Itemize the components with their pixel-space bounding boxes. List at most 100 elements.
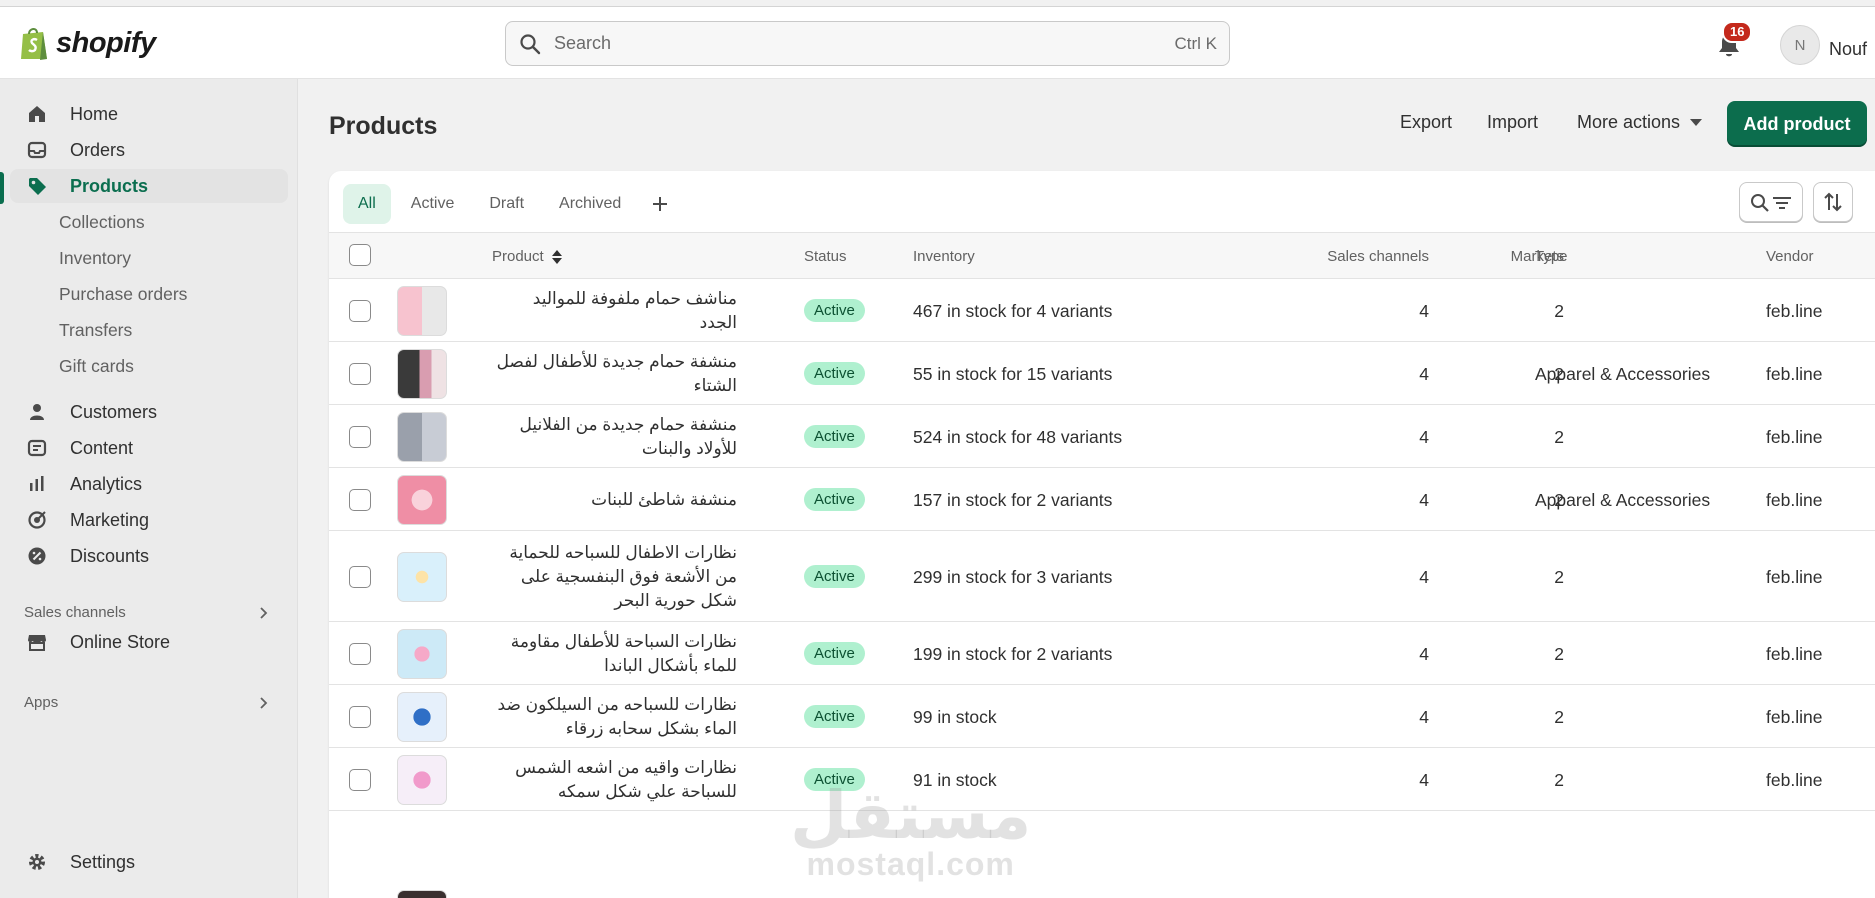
row-checkbox[interactable]	[349, 768, 371, 791]
shopify-bag-icon	[18, 25, 50, 61]
inventory-cell: 199 in stock for 2 variants	[913, 643, 1113, 664]
table-row[interactable]: نظارات الاطفال للسباحه للحماية من الأشعة…	[329, 531, 1875, 622]
column-product-label: Product	[492, 248, 544, 265]
table-row[interactable]: نظارات للسباحه من السيلكون ضد الماء بشكل…	[329, 685, 1875, 748]
product-thumbnail[interactable]	[397, 474, 447, 525]
product-name[interactable]: مناشف حمام ملفوفة للمواليد الجدد	[492, 287, 737, 335]
add-view-icon[interactable]	[645, 189, 675, 219]
column-vendor: Vendor	[1766, 248, 1814, 265]
table-row[interactable]: منشفة حمام جديدة من الفلانيل للأولاد وال…	[329, 405, 1875, 468]
more-actions-button[interactable]: More actions	[1577, 112, 1703, 133]
gear-icon	[26, 851, 48, 873]
sales-channels-cell: 4	[1419, 489, 1429, 510]
sales-channels-cell: 4	[1419, 300, 1429, 321]
product-thumbnail[interactable]	[397, 411, 447, 462]
tab-archived[interactable]: Archived	[544, 184, 636, 224]
product-name[interactable]: منشفة حمام جديدة من الفلانيل للأولاد وال…	[492, 413, 737, 461]
table-row[interactable]: نظارات واقيه من اشعه الشمس للسباحة علي ش…	[329, 748, 1875, 811]
type-cell: Apparel & Accessories	[1535, 363, 1711, 384]
content-icon	[26, 437, 48, 459]
sort-icon	[1824, 192, 1842, 212]
search-filter-icon	[1751, 194, 1791, 212]
apps-label[interactable]: Apps	[24, 694, 58, 711]
user-name[interactable]: Nouf	[1829, 39, 1867, 60]
logo-text: shopify	[56, 26, 156, 59]
product-name[interactable]: منشفة شاطئ للبنات	[492, 488, 737, 512]
sidebar-item-home[interactable]: Home	[10, 97, 288, 131]
tab-all[interactable]: All	[343, 184, 391, 224]
store-icon	[26, 631, 48, 653]
product-thumbnail	[397, 890, 447, 898]
sidebar-item-label: Online Store	[70, 631, 171, 652]
tab-draft[interactable]: Draft	[474, 184, 539, 224]
sidebar-item-content[interactable]: Content	[10, 431, 288, 465]
sidebar-item-label: Products	[70, 175, 149, 196]
chevron-right-icon[interactable]	[256, 606, 270, 620]
export-button[interactable]: Export	[1400, 112, 1452, 133]
markets-cell: 2	[1554, 643, 1564, 664]
table-row[interactable]: مناشف حمام ملفوفة للمواليد الجدد Active 46…	[329, 279, 1875, 342]
product-name[interactable]: نظارات للسباحه من السيلكون ضد الماء بشكل…	[492, 693, 737, 741]
product-thumbnail[interactable]	[397, 691, 447, 742]
row-checkbox[interactable]	[349, 362, 371, 385]
tab-active[interactable]: Active	[396, 184, 470, 224]
table-row[interactable]: منشفة شاطئ للبنات Active 157 in stock for …	[329, 468, 1875, 531]
sidebar-item-label: Marketing	[70, 509, 150, 530]
select-all-checkbox[interactable]	[349, 244, 371, 266]
markets-cell: 2	[1554, 769, 1564, 790]
add-product-button[interactable]: Add product	[1727, 101, 1867, 147]
sidebar-item-collections[interactable]: Collections	[10, 205, 288, 239]
sidebar-item-online-store[interactable]: Online Store	[10, 625, 288, 659]
shopify-logo[interactable]: shopify	[18, 25, 156, 61]
row-checkbox[interactable]	[349, 705, 371, 728]
sidebar-item-gift-cards[interactable]: Gift cards	[10, 349, 288, 383]
sidebar-item-discounts[interactable]: Discounts	[10, 539, 288, 573]
status-badge: Active	[804, 767, 865, 791]
sales-channels-cell: 4	[1419, 706, 1429, 727]
import-button[interactable]: Import	[1487, 112, 1538, 133]
product-thumbnail[interactable]	[397, 285, 447, 336]
search-input[interactable]: Search Ctrl K	[505, 21, 1230, 66]
product-name[interactable]: نظارات واقيه من اشعه الشمس للسباحة علي ش…	[492, 756, 737, 804]
sidebar-item-label: Discounts	[70, 545, 150, 566]
avatar-initial: N	[1794, 36, 1806, 54]
product-thumbnail[interactable]	[397, 551, 447, 602]
sidebar-item-marketing[interactable]: Marketing	[10, 503, 288, 537]
avatar[interactable]: N	[1780, 25, 1820, 65]
sidebar-item-purchase-orders[interactable]: Purchase orders	[10, 277, 288, 311]
product-name[interactable]: منشفة حمام جديدة للأطفال لفصل الشتاء	[492, 350, 737, 398]
sidebar-item-settings[interactable]: Settings	[10, 845, 288, 879]
column-product[interactable]: Product	[492, 248, 562, 265]
product-thumbnail[interactable]	[397, 628, 447, 679]
table-row-partial[interactable]	[329, 878, 1875, 898]
sidebar-item-label: Analytics	[70, 473, 143, 494]
table-row[interactable]: منشفة حمام جديدة للأطفال لفصل الشتاء Acti…	[329, 342, 1875, 405]
discount-icon	[26, 545, 48, 567]
product-thumbnail[interactable]	[397, 754, 447, 805]
sidebar-item-customers[interactable]: Customers	[10, 395, 288, 429]
row-checkbox[interactable]	[349, 565, 371, 588]
caret-down-icon	[1690, 118, 1703, 126]
more-actions-label: More actions	[1577, 112, 1681, 132]
search-filter-button[interactable]	[1739, 182, 1803, 222]
row-checkbox[interactable]	[349, 488, 371, 511]
chevron-right-icon[interactable]	[256, 696, 270, 710]
inventory-cell: 99 in stock	[913, 706, 997, 727]
column-type: Type	[1535, 248, 1568, 265]
sidebar-item-orders[interactable]: Orders	[10, 133, 288, 167]
product-thumbnail[interactable]	[397, 348, 447, 399]
sidebar-item-analytics[interactable]: Analytics	[10, 467, 288, 501]
row-checkbox[interactable]	[349, 642, 371, 665]
sidebar-item-inventory[interactable]: Inventory	[10, 241, 288, 275]
row-checkbox[interactable]	[349, 299, 371, 322]
product-name[interactable]: نظارات الاطفال للسباحه للحماية من الأشعة…	[492, 541, 737, 613]
row-checkbox[interactable]	[349, 425, 371, 448]
sidebar-item-products[interactable]: Products	[10, 169, 288, 203]
sort-button[interactable]	[1813, 182, 1853, 222]
sales-channels-label[interactable]: Sales channels	[24, 604, 126, 621]
sidebar-item-label: Settings	[70, 851, 136, 872]
inventory-cell: 157 in stock for 2 variants	[913, 489, 1113, 510]
table-row[interactable]: نظارات السباحة للأطفال مقاومة للماء بأشك…	[329, 622, 1875, 685]
product-name[interactable]: نظارات السباحة للأطفال مقاومة للماء بأشك…	[492, 630, 737, 678]
sidebar-item-transfers[interactable]: Transfers	[10, 313, 288, 347]
